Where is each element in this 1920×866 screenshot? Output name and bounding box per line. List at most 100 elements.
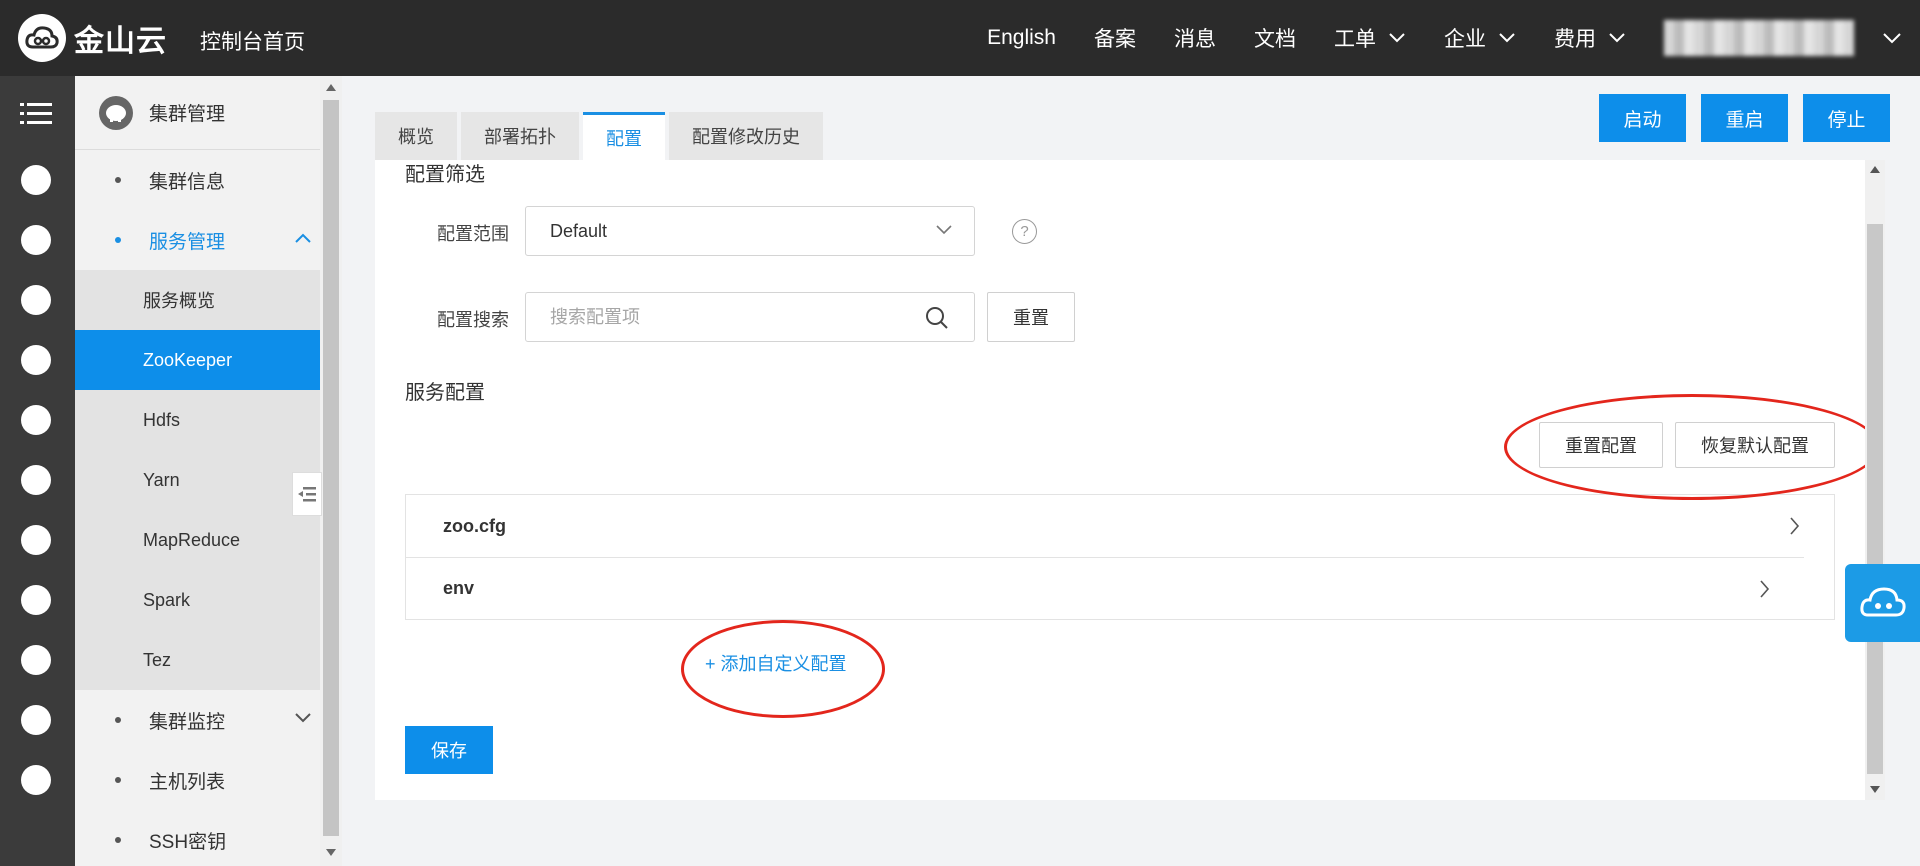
config-file-list: zoo.cfg env xyxy=(405,494,1835,620)
service-config-title: 服务配置 xyxy=(405,382,485,404)
search-label: 配置搜索 xyxy=(437,310,509,330)
sidebar-scrollbar[interactable] xyxy=(320,76,342,866)
config-file-row[interactable]: env xyxy=(406,557,1804,619)
collapse-sidebar-button[interactable] xyxy=(292,472,322,516)
reset-config-button[interactable]: 重置配置 xyxy=(1539,422,1663,468)
scroll-down-arrow-icon[interactable] xyxy=(326,849,336,856)
id-card-icon[interactable] xyxy=(20,764,52,796)
stop-button[interactable]: 停止 xyxy=(1803,94,1890,142)
storage-icon[interactable] xyxy=(20,344,52,376)
chevron-right-icon xyxy=(1790,517,1800,535)
sidebar-item-ssh-keys[interactable]: SSH密钥 xyxy=(75,810,320,866)
chevron-down-icon[interactable] xyxy=(1882,32,1902,44)
scroll-up-arrow-icon[interactable] xyxy=(326,84,336,91)
sidebar-header[interactable]: 集群管理 xyxy=(75,76,320,150)
reset-search-button[interactable]: 重置 xyxy=(987,292,1075,342)
main-content: 概览 部署拓扑 配置 配置修改历史 启动 重启 停止 配置筛选 配置范围 Def… xyxy=(342,76,1920,866)
logo-text: 金山云 xyxy=(74,25,167,58)
sidebar-item-hdfs[interactable]: Hdfs xyxy=(75,390,320,450)
restart-button[interactable]: 重启 xyxy=(1701,94,1788,142)
nav-docs[interactable]: 文档 xyxy=(1254,23,1296,53)
tab-configuration[interactable]: 配置 xyxy=(583,112,665,160)
restore-default-config-button[interactable]: 恢复默认配置 xyxy=(1675,422,1835,468)
sidebar-item-host-list[interactable]: 主机列表 xyxy=(75,750,320,810)
cloud-icon[interactable] xyxy=(20,524,52,556)
sidebar-item-tez[interactable]: Tez xyxy=(75,630,320,690)
nav-enterprise-label: 企业 xyxy=(1444,28,1486,51)
sidebar-item-service-overview[interactable]: 服务概览 xyxy=(75,270,320,330)
config-search-input[interactable] xyxy=(525,292,975,342)
tab-overview[interactable]: 概览 xyxy=(375,112,457,160)
scope-select-value: Default xyxy=(550,220,608,241)
nav-beian[interactable]: 备案 xyxy=(1094,23,1136,53)
scope-label: 配置范围 xyxy=(437,224,509,244)
config-file-row[interactable]: zoo.cfg xyxy=(406,495,1834,557)
layers-icon[interactable] xyxy=(20,584,52,616)
chevron-right-icon xyxy=(1760,580,1770,598)
config-panel: 配置筛选 配置范围 Default ? 配置搜索 重置 服务配置 重置配置 恢复… xyxy=(375,160,1865,800)
chevron-up-icon xyxy=(295,233,311,243)
server-icon[interactable] xyxy=(20,284,52,316)
chevron-down-icon xyxy=(936,225,952,235)
chevron-down-icon xyxy=(1609,33,1625,43)
chevron-down-icon xyxy=(1389,33,1405,43)
support-chat-button[interactable] xyxy=(1845,564,1920,642)
nav-tickets[interactable]: 工单 xyxy=(1334,23,1406,53)
nav-billing-label: 费用 xyxy=(1554,28,1596,51)
sidebar-item-label: 集群信息 xyxy=(149,171,226,193)
secondary-sidebar: 集群管理 集群信息 服务管理 服务概览 ZooKeeper Hdfs Yarn … xyxy=(75,76,320,866)
nav-enterprise[interactable]: 企业 xyxy=(1444,23,1516,53)
tab-config-history[interactable]: 配置修改历史 xyxy=(669,112,823,160)
filter-section-title: 配置筛选 xyxy=(405,164,485,186)
cloud-upload-icon[interactable] xyxy=(20,644,52,676)
cloud-logo-icon xyxy=(18,14,66,62)
sidebar-item-label: 集群监控 xyxy=(149,711,226,733)
tab-bar: 概览 部署拓扑 配置 配置修改历史 xyxy=(375,112,827,160)
sidebar-scroll-thumb[interactable] xyxy=(323,100,339,836)
sidebar-header-label: 集群管理 xyxy=(149,104,226,125)
sidebar-item-service-management[interactable]: 服务管理 xyxy=(75,210,320,270)
save-button[interactable]: 保存 xyxy=(405,726,493,774)
icon-rail xyxy=(0,76,75,866)
nav-english-label: English xyxy=(987,26,1056,49)
chevron-down-icon xyxy=(295,713,311,723)
nav-tickets-label: 工单 xyxy=(1334,28,1376,51)
scroll-down-arrow-icon[interactable] xyxy=(1870,786,1880,793)
logo[interactable]: 金山云 xyxy=(18,14,167,62)
console-home-link[interactable]: 控制台首页 xyxy=(200,26,305,56)
sidebar-item-cluster-monitoring[interactable]: 集群监控 xyxy=(75,690,320,750)
add-custom-config-link[interactable]: + 添加自定义配置 xyxy=(705,650,847,676)
start-button[interactable]: 启动 xyxy=(1599,94,1686,142)
content-scroll-thumb[interactable] xyxy=(1867,224,1883,774)
config-file-name: zoo.cfg xyxy=(443,515,506,536)
mail-icon[interactable] xyxy=(20,704,52,736)
sidebar-item-yarn[interactable]: Yarn xyxy=(75,450,320,510)
hadoop-icon[interactable] xyxy=(20,164,52,196)
nav-billing[interactable]: 费用 xyxy=(1554,23,1626,53)
menu-icon[interactable] xyxy=(20,98,52,130)
content-scrollbar[interactable] xyxy=(1865,160,1885,800)
help-icon[interactable]: ? xyxy=(1012,219,1037,244)
nav-docs-label: 文档 xyxy=(1254,28,1296,51)
sidebar-item-cluster-info[interactable]: 集群信息 xyxy=(75,150,320,210)
tab-deployment-topology[interactable]: 部署拓扑 xyxy=(461,112,579,160)
sidebar-item-zookeeper[interactable]: ZooKeeper xyxy=(75,330,320,390)
nav-english[interactable]: English xyxy=(987,26,1056,50)
network-icon[interactable] xyxy=(20,404,52,436)
nav-messages[interactable]: 消息 xyxy=(1174,23,1216,53)
sidebar-item-label: 主机列表 xyxy=(149,771,226,793)
scope-select[interactable]: Default xyxy=(525,206,975,256)
user-account-blurred[interactable] xyxy=(1664,20,1854,56)
nav-messages-label: 消息 xyxy=(1174,28,1216,51)
scroll-up-arrow-icon[interactable] xyxy=(1870,166,1880,173)
collapse-icon xyxy=(298,487,316,502)
hadoop-elephant-icon xyxy=(99,95,133,130)
config-file-name: env xyxy=(443,578,475,598)
top-nav: English 备案 消息 文档 工单 企业 费用 xyxy=(987,0,1920,76)
database-icon[interactable] xyxy=(20,224,52,256)
sidebar-item-spark[interactable]: Spark xyxy=(75,570,320,630)
sidebar-item-label: 服务管理 xyxy=(149,231,226,253)
share-icon[interactable] xyxy=(20,464,52,496)
sidebar-item-mapreduce[interactable]: MapReduce xyxy=(75,510,320,570)
search-icon[interactable] xyxy=(925,306,949,330)
